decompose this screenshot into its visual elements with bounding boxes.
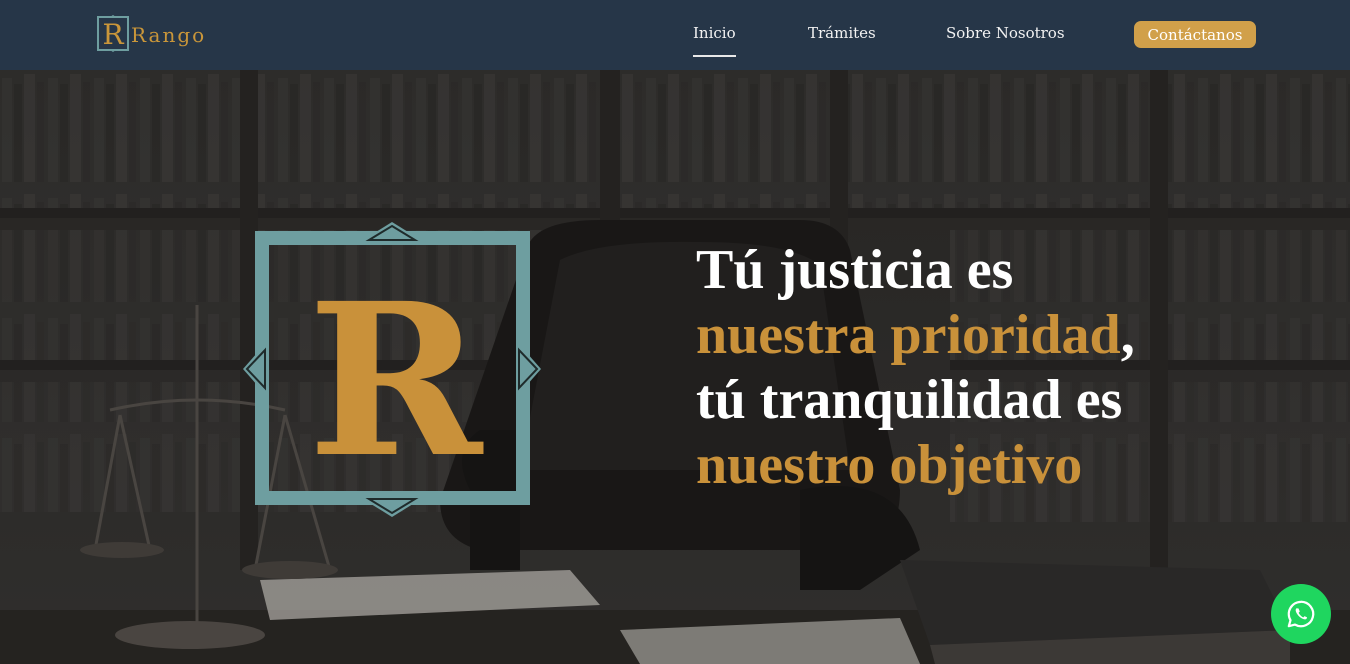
brand-logo[interactable]: R Rango xyxy=(96,15,206,52)
whatsapp-button[interactable] xyxy=(1271,584,1331,644)
brand-name: Rango xyxy=(131,23,207,47)
whatsapp-icon xyxy=(1287,600,1315,628)
rango-emblem-logo: R xyxy=(243,222,541,517)
navbar: R Rango Inicio Trámites Sobre Nosotros C… xyxy=(0,0,1350,70)
svg-text:R: R xyxy=(308,257,484,504)
hero-headline: Tú justicia es nuestra prioridad, tú tra… xyxy=(696,238,1316,498)
svg-text:R: R xyxy=(102,18,124,51)
headline-highlight-prioridad: nuestra prioridad xyxy=(696,304,1121,366)
headline-line-2: nuestra prioridad, xyxy=(696,303,1316,368)
rango-logo-icon: R xyxy=(97,15,129,52)
headline-line-3: tú tranquilidad es xyxy=(696,369,1123,431)
headline-highlight-objetivo: nuestro objetivo xyxy=(696,434,1083,496)
hero-section: R Tú justicia es nuestra prioridad, tú t… xyxy=(0,70,1350,664)
headline-comma: , xyxy=(1120,304,1135,366)
headline-line-1: Tú justicia es xyxy=(696,239,1014,301)
nav-inicio[interactable]: Inicio xyxy=(693,24,736,57)
nav-sobre-nosotros[interactable]: Sobre Nosotros xyxy=(946,24,1065,42)
nav-tramites[interactable]: Trámites xyxy=(808,24,876,42)
contact-button[interactable]: Contáctanos xyxy=(1134,21,1256,48)
